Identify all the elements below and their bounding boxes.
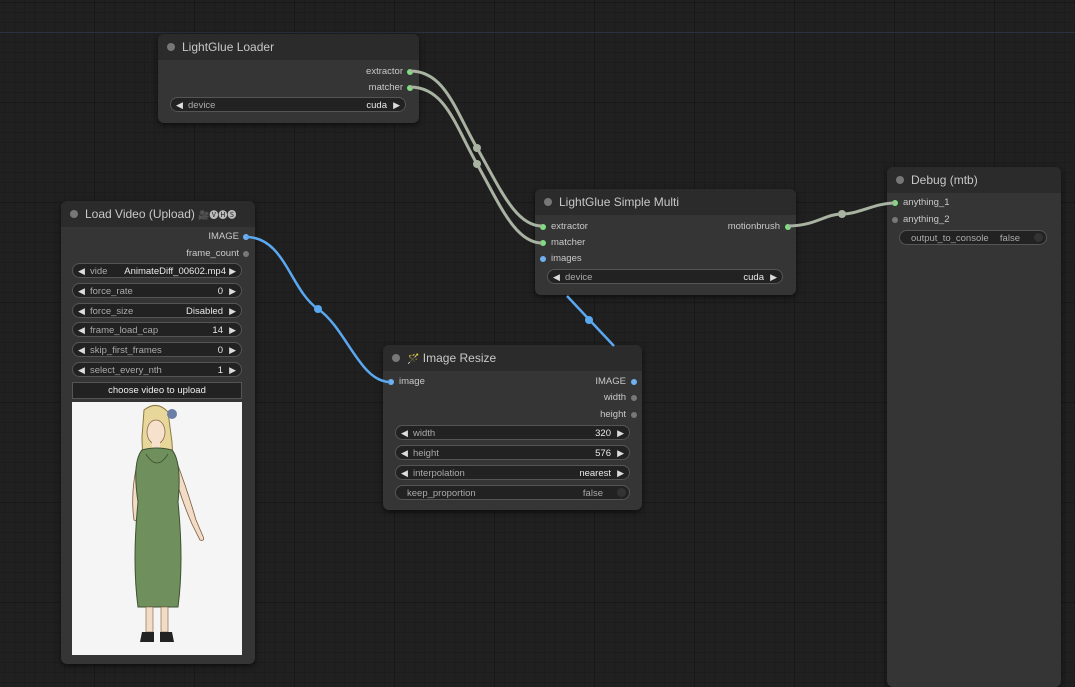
- node-links: [245, 69, 896, 384]
- link-image-to-resize[interactable]: [245, 235, 391, 384]
- link-resize-to-images[interactable]: [566, 295, 615, 347]
- link-motionbrush[interactable]: [787, 201, 896, 228]
- link-extractor[interactable]: [409, 69, 543, 228]
